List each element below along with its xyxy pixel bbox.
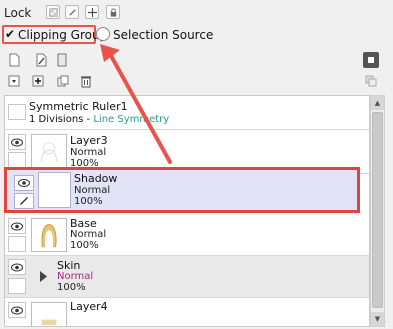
new-folder-icon[interactable] [54, 52, 70, 68]
layer-thumbnail [31, 218, 67, 252]
scroll-thumb[interactable] [372, 112, 383, 308]
scroll-up-icon[interactable]: ▲ [371, 96, 384, 110]
ruler-info-prefix: 1 Divisions - Line Symmetry [29, 114, 170, 125]
layer-row-shadow[interactable]: Shadow Normal 100% [4, 167, 360, 213]
eye-icon[interactable] [8, 134, 26, 150]
layer-row-symmetric-ruler[interactable]: Symmetric Ruler1 1 Divisions - Line Symm… [5, 96, 369, 130]
clipping-group-label[interactable]: Clipping Group [18, 28, 107, 42]
opacity: 100% [70, 240, 99, 251]
lock-cell[interactable] [8, 236, 26, 252]
eye-icon[interactable] [8, 259, 26, 275]
layer-name: Shadow [74, 172, 118, 185]
new-layer-icon[interactable] [6, 52, 22, 68]
layer-thumbnail [38, 172, 71, 208]
blend-mode: Normal [70, 229, 107, 240]
layer-panel: Lock ✔ Clipping Group Selection Source S… [0, 0, 393, 329]
expand-folder-icon[interactable] [39, 268, 48, 287]
layer-row-layer4[interactable]: Layer4 [5, 298, 369, 326]
pencil-icon[interactable] [14, 193, 34, 209]
layer-name: Symmetric Ruler1 [29, 100, 128, 113]
layer-list-scrollbar[interactable]: ▲ ▼ [370, 95, 385, 327]
copy-icon[interactable] [55, 73, 71, 89]
layer-name: Layer3 [70, 134, 108, 147]
opacity: 100% [74, 196, 103, 207]
panel-option-icon[interactable] [363, 73, 379, 89]
panel-menu-icon[interactable] [363, 52, 379, 68]
scroll-down-icon[interactable]: ▼ [371, 312, 384, 326]
layer-name: Layer4 [70, 300, 108, 313]
layer-thumbnail [31, 134, 67, 170]
lock-paint-icon[interactable] [65, 5, 79, 19]
new-vector-icon[interactable] [33, 52, 49, 68]
delete-icon[interactable] [78, 73, 94, 89]
blend-mode: Normal [70, 147, 107, 158]
eye-icon[interactable] [8, 302, 26, 318]
selection-source-radio[interactable] [96, 27, 110, 41]
selection-source-label[interactable]: Selection Source [113, 28, 213, 42]
lock-cell[interactable] [8, 278, 26, 294]
eye-icon[interactable] [8, 218, 26, 234]
lock-move-icon[interactable] [85, 5, 99, 19]
clipping-group-checkbox[interactable]: ✔ [5, 27, 15, 41]
eye-icon[interactable] [14, 175, 34, 191]
merge-icon[interactable] [6, 73, 22, 89]
lock-cell[interactable] [8, 152, 26, 168]
lock-label: Lock [4, 6, 32, 20]
blend-mode: Normal [74, 185, 111, 196]
add-icon[interactable] [30, 73, 46, 89]
visibility-toggle[interactable] [8, 104, 26, 120]
blend-mode: Normal [57, 271, 94, 282]
lock-all-icon[interactable] [106, 5, 120, 19]
layer-row-base[interactable]: Base Normal 100% [5, 216, 369, 256]
lock-transparency-icon[interactable] [46, 5, 60, 19]
opacity: 100% [57, 282, 86, 293]
layer-thumbnail [31, 302, 67, 326]
layer-row-skin[interactable]: Skin Normal 100% [5, 256, 369, 298]
